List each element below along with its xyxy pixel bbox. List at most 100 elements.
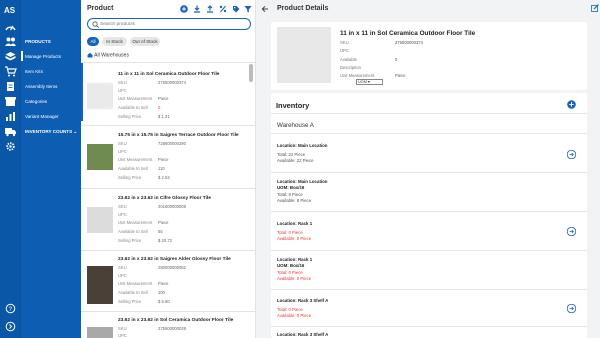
search-box: [87, 18, 251, 30]
uom-value: Piece: [158, 157, 169, 162]
filter-chip-in-stock[interactable]: In Stock: [102, 37, 127, 46]
product-card-name: 11 in x 11 in Sol Ceramica Outdoor Floor…: [118, 72, 220, 77]
edit-icon[interactable]: [591, 4, 599, 12]
truck-icon[interactable]: [4, 126, 17, 137]
percent-icon[interactable]: [219, 5, 227, 13]
filter-chip-out-of-stock[interactable]: Out of Stock: [130, 37, 160, 46]
divider: [271, 289, 587, 290]
divider: [271, 172, 587, 173]
upload-icon[interactable]: [206, 5, 214, 13]
product-thumbnail: [87, 327, 113, 338]
divider: [81, 250, 256, 251]
product-card[interactable]: 11 in x 11 in Sol Ceramica Outdoor Floor…: [81, 72, 247, 127]
dashboard-icon[interactable]: [4, 21, 17, 32]
location-title: Location: Rack 1: [277, 221, 313, 226]
inventory-location: Location: Rack 1 UOM: Box/16 Total: 0 Pi…: [277, 257, 577, 283]
uom-label: Unit Measurement: [118, 157, 153, 162]
uom-value: Piece: [158, 281, 169, 286]
available-label: Available to Sell: [118, 290, 148, 295]
download-icon[interactable]: [193, 5, 201, 13]
sidebar-item-categories[interactable]: Categories: [25, 99, 47, 104]
add-inventory-icon[interactable]: [567, 100, 576, 109]
sidebar-item-manage-products[interactable]: Manage Products: [25, 54, 61, 59]
sku-value: 275500000374: [395, 40, 423, 45]
sidebar-item-item-kits[interactable]: Item Kits: [25, 69, 43, 74]
reports-icon[interactable]: [4, 111, 17, 122]
inventory-icon[interactable]: [4, 96, 17, 107]
location-total: Total: 22 Piece: [277, 152, 306, 157]
product-thumbnail: [87, 83, 113, 109]
sku-label: SKU: [118, 141, 127, 146]
sidebar-section-products[interactable]: PRODUCTS: [25, 39, 51, 44]
product-card[interactable]: 23.62 in x 23.62 in Saigres Alder Glossy…: [81, 257, 247, 312]
uom-value: Piece: [158, 220, 169, 225]
sidebar-item-label: INVENTORY COUNTS: [25, 129, 73, 134]
available-value: 55: [158, 229, 163, 234]
sku-label: SKU: [118, 204, 127, 209]
arrow-right-circle-icon[interactable]: [567, 227, 576, 236]
product-card-name: 15.75 in x 15.75 in Saigres Terrace Outd…: [118, 133, 239, 138]
list-scrollbar[interactable]: [249, 64, 253, 82]
upc-label: UPC: [118, 333, 127, 338]
sku-value: 201600000008: [158, 204, 186, 209]
chevron-down-icon: ⌄: [73, 129, 78, 134]
sku-label: SKU: [118, 80, 127, 85]
help-icon[interactable]: ?: [4, 303, 17, 314]
settings-icon[interactable]: [4, 141, 17, 152]
icon-rail: AS ?: [0, 0, 21, 338]
product-card[interactable]: 23.62 in x 23.62 in Sol Ceramica Outdoor…: [81, 318, 247, 338]
sku-value: 728600000290: [158, 141, 186, 146]
orders-icon[interactable]: [4, 81, 17, 92]
warehouse-label: All Warehouses: [94, 52, 129, 59]
price-label: Selling Price: [118, 175, 142, 180]
cart-icon[interactable]: [4, 66, 17, 77]
product-card-name: 23.62 in x 23.62 in Cifre Glossy Floor T…: [118, 196, 211, 201]
product-summary-card: 11 in x 11 in Sol Ceramica Outdoor Floor…: [271, 22, 587, 90]
location-available: Available: 0 Piece: [277, 313, 312, 318]
product-thumbnail: [87, 207, 113, 233]
product-card[interactable]: 23.62 in x 23.62 in Cifre Glossy Floor T…: [81, 196, 247, 251]
back-arrow-icon[interactable]: [261, 5, 269, 13]
inventory-location: Location: Main Location UOM: Box/16 Tota…: [277, 179, 577, 205]
products-icon[interactable]: [4, 51, 17, 62]
product-card[interactable]: 15.75 in x 15.75 in Saigres Terrace Outd…: [81, 133, 247, 188]
inventory-location: Location: Rack 3 Shelf A: [277, 332, 577, 338]
location-title: Location: Main Location: [277, 143, 328, 148]
sku-value: 280000000052: [158, 265, 186, 270]
logo-icon[interactable]: AS: [4, 4, 17, 15]
search-input[interactable]: [100, 20, 240, 28]
product-thumbnail: [87, 266, 113, 304]
product-name: 11 in x 11 in Sol Ceramica Outdoor Floor…: [340, 30, 476, 37]
users-icon[interactable]: [4, 36, 17, 47]
location-title: Location: Main Location: [277, 179, 328, 184]
upc-label: UPC: [118, 273, 127, 278]
price-label: Selling Price: [118, 238, 142, 243]
sku-label: SKU: [118, 326, 127, 331]
description-label: Description: [340, 65, 361, 70]
product-card-name: 23.62 in x 23.62 in Saigres Alder Glossy…: [118, 257, 231, 262]
filter-chip-all[interactable]: All: [87, 37, 99, 46]
tag-icon[interactable]: [232, 5, 240, 13]
sidebar-section-inventory-counts[interactable]: INVENTORY COUNTS ⌄: [25, 129, 77, 135]
location-available: Available: 0 Piece: [277, 236, 312, 241]
arrow-right-circle-icon[interactable]: [567, 150, 576, 159]
uom-select[interactable]: UOM ▾: [356, 79, 383, 85]
available-label: Available to Sell: [118, 229, 148, 234]
add-product-icon[interactable]: [180, 5, 188, 13]
sku-label: SKU: [118, 265, 127, 270]
warehouse-selector[interactable]: All Warehouses: [87, 52, 129, 58]
uom-select-value: UOM: [358, 80, 367, 84]
sidebar: PRODUCTS Manage Products Item Kits Assem…: [21, 0, 81, 338]
arrow-right-circle-icon[interactable]: [567, 304, 576, 313]
expand-icon[interactable]: [4, 321, 17, 332]
uom-value: Piece: [395, 73, 406, 78]
upc-label: UPC: [340, 48, 349, 53]
available-label: Available: [340, 57, 357, 62]
divider: [81, 188, 256, 189]
product-list-panel: Product All In Stock Out of Stock All Wa…: [81, 0, 256, 338]
sidebar-item-assembly-items[interactable]: Assembly Items: [25, 84, 57, 89]
upc-label: UPC: [118, 88, 127, 93]
sidebar-item-variant-manager[interactable]: Variant Manager: [25, 114, 59, 119]
filter-icon[interactable]: [244, 5, 252, 13]
sku-value: 275500000374: [158, 80, 186, 85]
